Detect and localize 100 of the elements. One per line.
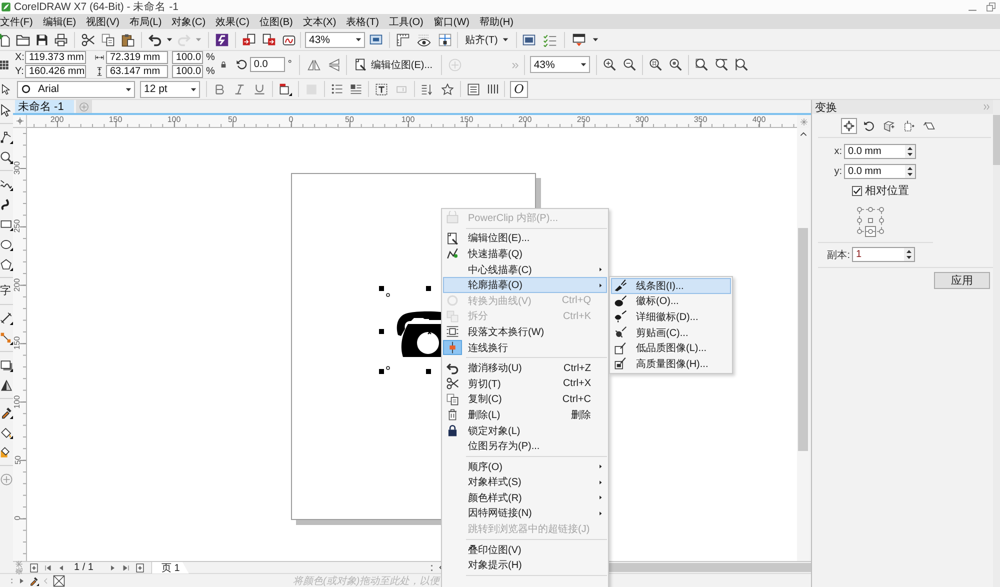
anchor-point-icon[interactable] bbox=[854, 215, 865, 226]
ellipse-icon[interactable] bbox=[0, 238, 13, 250]
menu-item[interactable]: 剪贴画(C)... bbox=[611, 324, 731, 340]
menu-item[interactable]: 因特网链接(N) bbox=[443, 506, 607, 522]
anchor-point-icon[interactable] bbox=[876, 215, 887, 226]
anchor-point-icon[interactable] bbox=[854, 204, 865, 215]
menu-item[interactable]: 删除(L) 删除 bbox=[443, 407, 607, 423]
window-arrow-icon[interactable] bbox=[572, 32, 586, 46]
anchor-point-icon[interactable] bbox=[854, 226, 865, 237]
selection-handle[interactable] bbox=[426, 369, 431, 374]
menu-item[interactable]: 中心线描摹(C) bbox=[443, 262, 607, 278]
zoom-dot-icon[interactable] bbox=[668, 58, 682, 71]
copy-icon[interactable] bbox=[101, 32, 115, 46]
zoom-height-icon[interactable] bbox=[734, 58, 748, 71]
italic-icon[interactable] bbox=[233, 82, 246, 96]
object-style-button[interactable]: O bbox=[510, 80, 528, 98]
spinner-icon[interactable] bbox=[904, 248, 914, 261]
text-lines-icon[interactable] bbox=[467, 82, 480, 96]
apply-button[interactable]: 应用 bbox=[934, 272, 990, 289]
font-dropdown[interactable]: Arial bbox=[17, 80, 135, 98]
rectangle-icon[interactable] bbox=[0, 218, 13, 230]
eyedropper-icon[interactable] bbox=[0, 406, 13, 418]
ring-icon[interactable] bbox=[21, 84, 31, 94]
monitor-icon[interactable] bbox=[369, 32, 383, 46]
edit-bitmap-button[interactable]: 编辑位图(E)... bbox=[352, 56, 435, 74]
page-arrow-icon[interactable] bbox=[242, 32, 256, 46]
snap-button[interactable]: 贴齐(T) bbox=[463, 30, 511, 48]
menu-item[interactable]: 轮廓描摹(O) bbox=[443, 277, 607, 293]
freehand-icon[interactable] bbox=[0, 178, 13, 190]
zoom-level-dropdown[interactable]: 43% bbox=[305, 32, 365, 48]
menu-item[interactable]: 位图(B) bbox=[259, 14, 293, 28]
pointer-icon[interactable] bbox=[1, 84, 12, 94]
caret-icon[interactable] bbox=[580, 61, 587, 68]
paint-bucket-icon[interactable] bbox=[0, 426, 13, 438]
menu-item[interactable]: 撤消移动(U) Ctrl+Z bbox=[443, 360, 607, 376]
text-frame-icon[interactable] bbox=[375, 82, 388, 96]
menu-item[interactable]: 对象提示(H) bbox=[443, 557, 607, 574]
menu-item[interactable]: 布局(L) bbox=[129, 14, 162, 28]
text-tool[interactable]: 字 bbox=[0, 286, 11, 296]
caret-icon[interactable] bbox=[355, 36, 362, 43]
anchor-point-icon[interactable] bbox=[876, 226, 887, 237]
selection-handle[interactable] bbox=[426, 286, 431, 291]
lightning-tile-icon[interactable] bbox=[215, 32, 229, 46]
asterisk-icon[interactable] bbox=[800, 118, 808, 126]
menu-item[interactable]: 连线换行 bbox=[443, 340, 607, 356]
menu-item[interactable]: 工具(O) bbox=[388, 14, 424, 28]
menu-item[interactable]: 段落文本换行(W) bbox=[443, 324, 607, 340]
menu-item[interactable]: 徽标(O)... bbox=[611, 294, 731, 310]
undo-icon[interactable] bbox=[148, 32, 162, 46]
menu-item[interactable]: 线条图(I)... bbox=[611, 278, 731, 294]
transform-mode-button[interactable] bbox=[841, 118, 857, 134]
menu-item[interactable]: 叠印位图(V) bbox=[443, 542, 607, 558]
spinner-icon[interactable] bbox=[905, 165, 915, 178]
frame-corner-icon[interactable] bbox=[279, 82, 292, 96]
zoom-in-icon[interactable] bbox=[602, 58, 616, 71]
caret-icon[interactable] bbox=[190, 86, 197, 92]
menu-item[interactable]: 位图另存为(P)... bbox=[443, 438, 607, 454]
relative-position-checkbox[interactable]: 相对位置 bbox=[852, 183, 909, 198]
menu-item[interactable]: 对象样式(S) bbox=[443, 474, 607, 490]
width-icon[interactable] bbox=[95, 53, 104, 62]
zoom-level-dropdown[interactable]: 43% bbox=[530, 56, 590, 73]
lock-icon[interactable] bbox=[220, 61, 227, 68]
x-position-field[interactable]: 119.373 mm bbox=[25, 51, 86, 64]
caret-icon[interactable] bbox=[502, 36, 509, 43]
star-icon[interactable] bbox=[441, 82, 454, 96]
node-path-icon[interactable] bbox=[0, 130, 13, 144]
menu-item[interactable]: 表格(T) bbox=[346, 14, 379, 28]
menu-item[interactable]: 剪切(T) Ctrl+X bbox=[443, 376, 607, 392]
columns-icon[interactable] bbox=[487, 83, 499, 95]
menu-item[interactable]: 文本(X) bbox=[302, 14, 336, 28]
y-position-field[interactable]: 160.426 mm bbox=[25, 65, 86, 78]
dimension-line-icon[interactable] bbox=[0, 312, 13, 324]
drop-shadow-icon[interactable] bbox=[0, 358, 13, 372]
rotation-field[interactable]: 0.0 bbox=[250, 57, 285, 72]
selection-handle[interactable] bbox=[379, 286, 384, 291]
mirror-vertical-icon[interactable] bbox=[326, 58, 341, 72]
menu-item[interactable]: 效果(C) bbox=[216, 14, 250, 28]
scissors-icon[interactable] bbox=[81, 32, 95, 46]
anchor-point-icon[interactable] bbox=[865, 204, 876, 215]
bold-icon[interactable] bbox=[213, 82, 226, 96]
menu-item[interactable]: 编辑(E) bbox=[42, 14, 76, 28]
scrollbar-thumb[interactable] bbox=[798, 228, 808, 451]
text-direction-icon[interactable] bbox=[421, 82, 434, 96]
x-field[interactable]: 0.0 mm bbox=[844, 144, 916, 159]
copies-field[interactable]: 1 bbox=[852, 247, 915, 262]
no-color-swatch-icon[interactable] bbox=[53, 574, 65, 586]
polygon-icon[interactable] bbox=[0, 258, 13, 270]
zoom-grid-icon[interactable] bbox=[648, 58, 662, 71]
page-arrow-icon[interactable] bbox=[262, 32, 276, 46]
wave-frame-icon[interactable] bbox=[282, 32, 296, 46]
menu-item[interactable]: 快速描摹(Q) bbox=[443, 246, 607, 262]
menu-item[interactable]: 详细徽标(D)... bbox=[611, 309, 731, 325]
ruler-icon[interactable] bbox=[396, 32, 410, 46]
first-page-icon[interactable] bbox=[44, 564, 52, 572]
restore-icon[interactable] bbox=[986, 2, 996, 12]
print-icon[interactable] bbox=[54, 32, 68, 46]
selection-handle[interactable] bbox=[379, 329, 384, 334]
menu-item[interactable]: 锁定对象(L) bbox=[443, 422, 607, 438]
zoom-page-icon[interactable] bbox=[694, 58, 708, 71]
menu-item[interactable]: 帮助(H) bbox=[480, 14, 514, 28]
